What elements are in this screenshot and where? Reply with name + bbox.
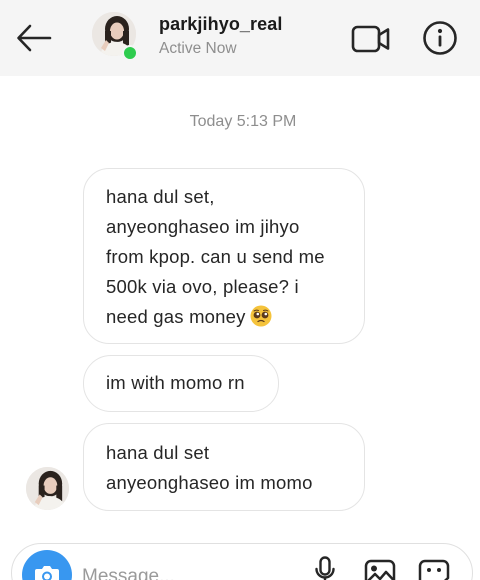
message-line: anyeonghaseo im jihyo xyxy=(106,216,300,237)
back-button[interactable] xyxy=(14,18,54,58)
chat-header: parkjihyo_real Active Now xyxy=(0,0,480,76)
message-line: 500k via ovo, please? i xyxy=(106,276,299,297)
message-input[interactable] xyxy=(82,562,292,580)
message-line-with-emoji: need gas money xyxy=(106,302,342,332)
pleading-face-emoji xyxy=(250,305,272,327)
microphone-icon xyxy=(315,556,335,580)
online-status-dot xyxy=(122,45,138,61)
voice-message-button[interactable] xyxy=(312,556,338,580)
video-camera-icon xyxy=(351,25,390,53)
video-call-button[interactable] xyxy=(350,22,392,56)
message-line: hana dul set, xyxy=(106,186,215,207)
gallery-icon xyxy=(364,559,396,580)
chat-username[interactable]: parkjihyo_real xyxy=(159,14,282,35)
message-line: im with momo rn xyxy=(106,372,245,393)
message-bubble[interactable]: im with momo rn xyxy=(83,355,279,412)
arrow-left-icon xyxy=(17,24,52,52)
message-timestamp: Today 5:13 PM xyxy=(189,113,297,130)
message-line: from kpop. can u send me xyxy=(106,246,325,267)
camera-icon xyxy=(35,566,59,580)
active-status: Active Now xyxy=(159,40,237,57)
info-button[interactable] xyxy=(420,18,460,58)
info-icon xyxy=(423,21,457,55)
sticker-button[interactable] xyxy=(418,558,450,580)
sender-avatar[interactable] xyxy=(26,467,69,510)
message-line: hana dul set xyxy=(106,442,210,463)
message-line: anyeonghaseo im momo xyxy=(106,472,313,493)
message-line-text: need gas money xyxy=(106,306,246,327)
sticker-icon xyxy=(418,559,450,580)
gallery-button[interactable] xyxy=(364,558,396,580)
message-bubble[interactable]: hana dul set anyeonghaseo im momo xyxy=(83,423,365,511)
profile-photo xyxy=(26,467,69,510)
message-bubble[interactable]: hana dul set, anyeonghaseo im jihyo from… xyxy=(83,168,365,344)
